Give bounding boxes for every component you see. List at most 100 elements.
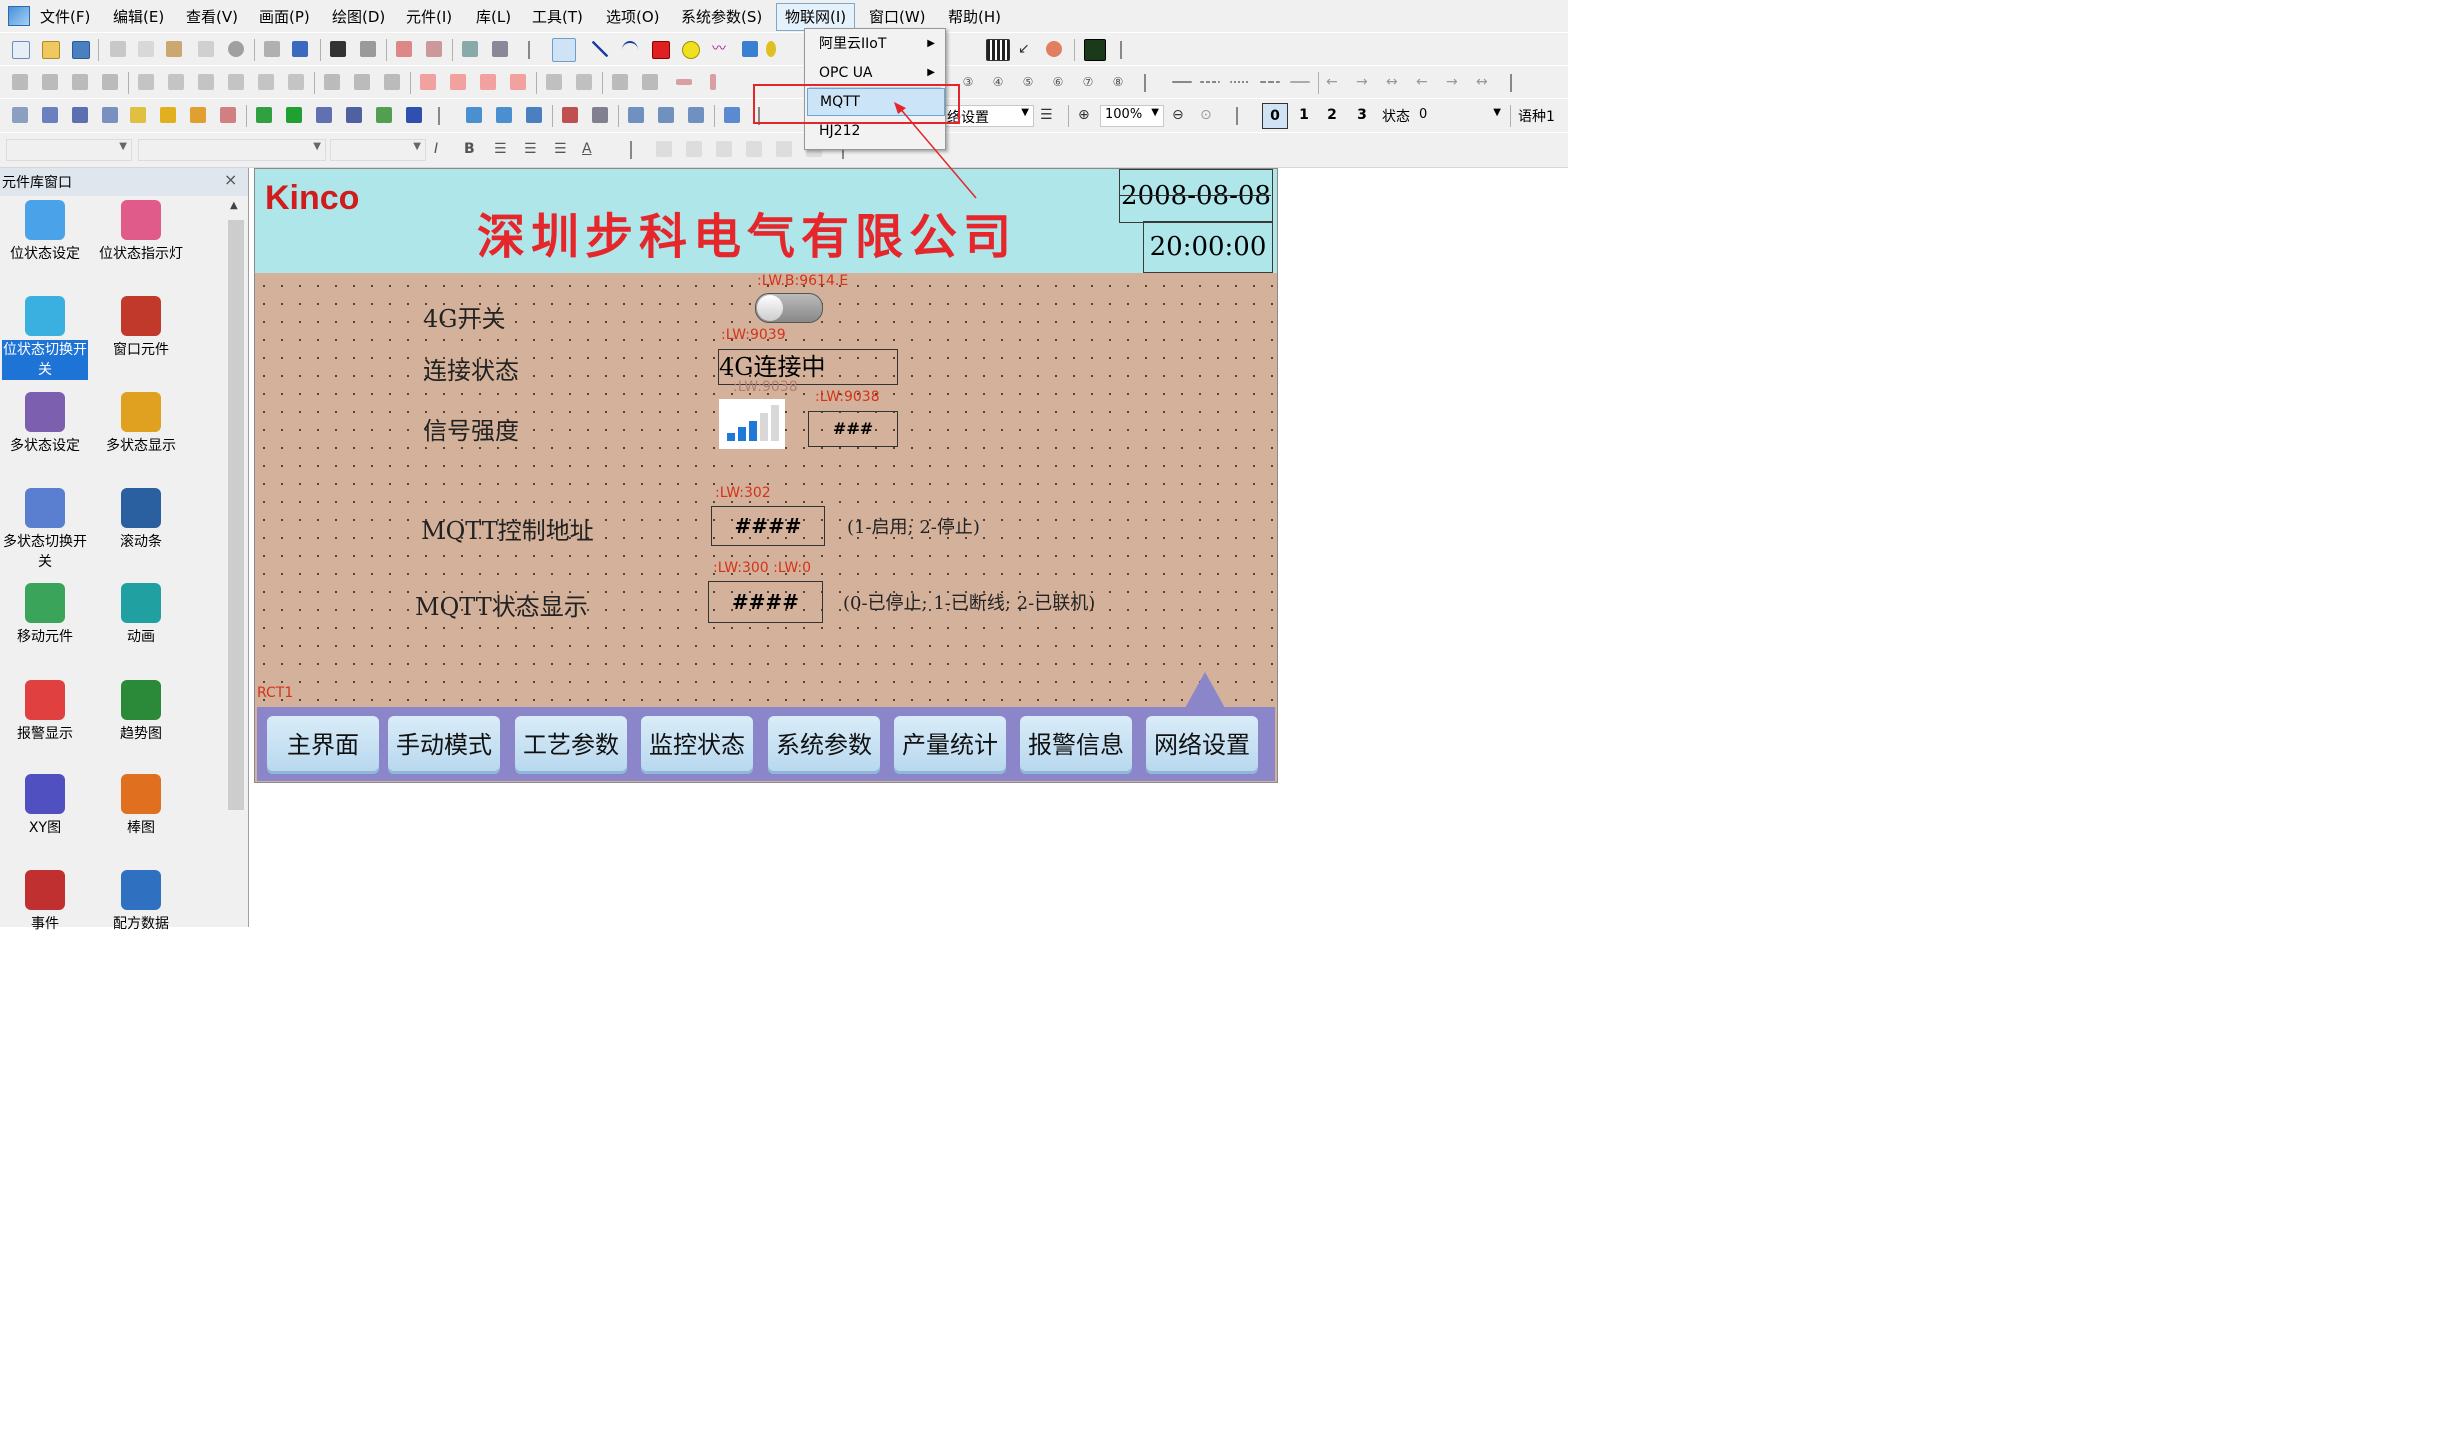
hmi-screen[interactable]: Kinco 深圳步科电气有限公司 2008-08-08 20:00:00 4G开…: [254, 168, 1278, 783]
undo-icon[interactable]: [264, 41, 280, 57]
menu-view[interactable]: 查看(V): [186, 6, 238, 27]
app-icon[interactable]: [8, 6, 30, 26]
element-12-icon[interactable]: [346, 107, 362, 123]
library-item[interactable]: 报警显示: [2, 680, 88, 744]
library-item[interactable]: 多状态设定: [2, 392, 88, 456]
nav-button[interactable]: 产量统计: [894, 716, 1006, 774]
nav-button[interactable]: 工艺参数: [515, 716, 627, 774]
align-bottom-icon[interactable]: [102, 74, 118, 90]
element-16-icon[interactable]: [496, 107, 512, 123]
nav-button[interactable]: 主界面: [267, 716, 379, 774]
align-text-left-icon[interactable]: ☰: [494, 141, 510, 157]
bring-front-icon[interactable]: [420, 74, 436, 90]
switch-4g-toggle[interactable]: [755, 293, 823, 323]
menu-window[interactable]: 窗口(W): [869, 6, 926, 27]
new-file-icon[interactable]: [12, 41, 30, 59]
element-23-icon[interactable]: [724, 107, 740, 123]
cut-icon[interactable]: [110, 41, 126, 57]
italic-icon[interactable]: I: [434, 141, 450, 157]
nav-button[interactable]: 网络设置: [1146, 716, 1258, 774]
state-select[interactable]: 0 ▼: [1414, 105, 1506, 127]
download-icon[interactable]: [426, 41, 442, 57]
center-v-icon[interactable]: [288, 74, 304, 90]
line-style-solid-icon[interactable]: [1172, 81, 1192, 83]
menu-options[interactable]: 选项(O): [606, 6, 660, 27]
circled-6-icon[interactable]: ⑥: [1050, 74, 1066, 90]
replace-icon[interactable]: [360, 41, 376, 57]
save-icon[interactable]: [72, 41, 90, 59]
toolbar-grip[interactable]: [436, 107, 442, 125]
align-text-right-icon[interactable]: ☰: [554, 141, 570, 157]
font-color-icon[interactable]: A: [582, 141, 598, 157]
toolbar-grip[interactable]: [1508, 74, 1514, 92]
nav-button[interactable]: 报警信息: [1020, 716, 1132, 774]
zoom-fit-icon[interactable]: ⊙: [1200, 107, 1216, 123]
element-11-icon[interactable]: [316, 107, 332, 123]
offline-sim-icon[interactable]: [462, 41, 478, 57]
align-vcenter-icon[interactable]: [168, 74, 184, 90]
zoom-in-icon[interactable]: ⊕: [1078, 107, 1094, 123]
grid-icon[interactable]: [986, 39, 1010, 61]
library-item[interactable]: 多状态显示: [98, 392, 184, 456]
text-fmt-2-icon[interactable]: [686, 141, 702, 157]
menu-iot[interactable]: 物联网(I): [776, 3, 856, 31]
find-icon[interactable]: [330, 41, 346, 57]
state-tab-0[interactable]: 0: [1262, 103, 1288, 129]
arrow-both2-icon[interactable]: ↔: [1476, 74, 1492, 90]
arc-tool-icon[interactable]: [622, 41, 638, 59]
align-top-icon[interactable]: [72, 74, 88, 90]
center-h-icon[interactable]: [258, 74, 274, 90]
element-22-icon[interactable]: [688, 107, 704, 123]
scroll-up-icon[interactable]: ▲: [230, 200, 238, 211]
text-fmt-5-icon[interactable]: [776, 141, 792, 157]
send-back-icon[interactable]: [450, 74, 466, 90]
library-item[interactable]: 窗口元件: [98, 296, 184, 360]
arrow-right-icon[interactable]: →: [1356, 74, 1372, 90]
toolbar-grip[interactable]: [628, 141, 634, 159]
select-pointer-icon[interactable]: [552, 38, 576, 62]
toolbar-grip[interactable]: [1234, 107, 1240, 125]
send-backward-icon[interactable]: [510, 74, 526, 90]
state-tab-2[interactable]: 2: [1320, 103, 1344, 127]
element-5-icon[interactable]: [130, 107, 146, 123]
library-item[interactable]: 位状态设定: [2, 200, 88, 264]
library-item[interactable]: 位状态切换开关: [2, 296, 88, 380]
rectangle-tool-icon[interactable]: [652, 41, 670, 59]
menu-edit[interactable]: 编辑(E): [113, 6, 164, 27]
library-item[interactable]: XY图: [2, 774, 88, 838]
element-4-icon[interactable]: [102, 107, 118, 123]
delete-icon[interactable]: [228, 41, 244, 57]
state-tab-1[interactable]: 1: [1292, 103, 1316, 127]
library-item[interactable]: 移动元件: [2, 583, 88, 647]
element-19-icon[interactable]: [592, 107, 608, 123]
duplicate-icon[interactable]: [198, 41, 214, 57]
align-left-icon[interactable]: [12, 74, 28, 90]
arrow-right2-icon[interactable]: →: [1446, 74, 1462, 90]
align-right-icon[interactable]: [42, 74, 58, 90]
align-hcenter-icon[interactable]: [138, 74, 154, 90]
element-15-icon[interactable]: [466, 107, 482, 123]
h-line-icon[interactable]: [676, 79, 692, 85]
menu-draw[interactable]: 绘图(D): [332, 6, 385, 27]
element-2-icon[interactable]: [42, 107, 58, 123]
menu-help[interactable]: 帮助(H): [948, 6, 1001, 27]
library-item[interactable]: 事件: [2, 870, 88, 934]
library-scroll-thumb[interactable]: [228, 220, 244, 810]
zoom-out-icon[interactable]: ⊖: [1172, 107, 1188, 123]
arrow-both-icon[interactable]: ↔: [1386, 74, 1402, 90]
library-item[interactable]: 多状态切换开关: [2, 488, 88, 572]
flip-h-icon[interactable]: [612, 74, 628, 90]
toolbar-grip[interactable]: [1118, 41, 1124, 59]
bring-forward-icon[interactable]: [480, 74, 496, 90]
ungroup-icon[interactable]: [576, 74, 592, 90]
dd-item-aliyun[interactable]: 阿里云IIoT ▶: [807, 31, 943, 57]
distribute-h-icon[interactable]: [198, 74, 214, 90]
snap-icon[interactable]: ↙: [1018, 41, 1034, 57]
font-name-select[interactable]: ▼: [138, 139, 326, 161]
align-text-center-icon[interactable]: ☰: [524, 141, 540, 157]
v-line-icon[interactable]: [710, 74, 716, 90]
element-20-icon[interactable]: [628, 107, 644, 123]
menu-library[interactable]: 库(L): [476, 6, 511, 27]
fill-tool-icon[interactable]: [766, 41, 776, 57]
dd-item-opcua[interactable]: OPC UA ▶: [807, 60, 943, 86]
